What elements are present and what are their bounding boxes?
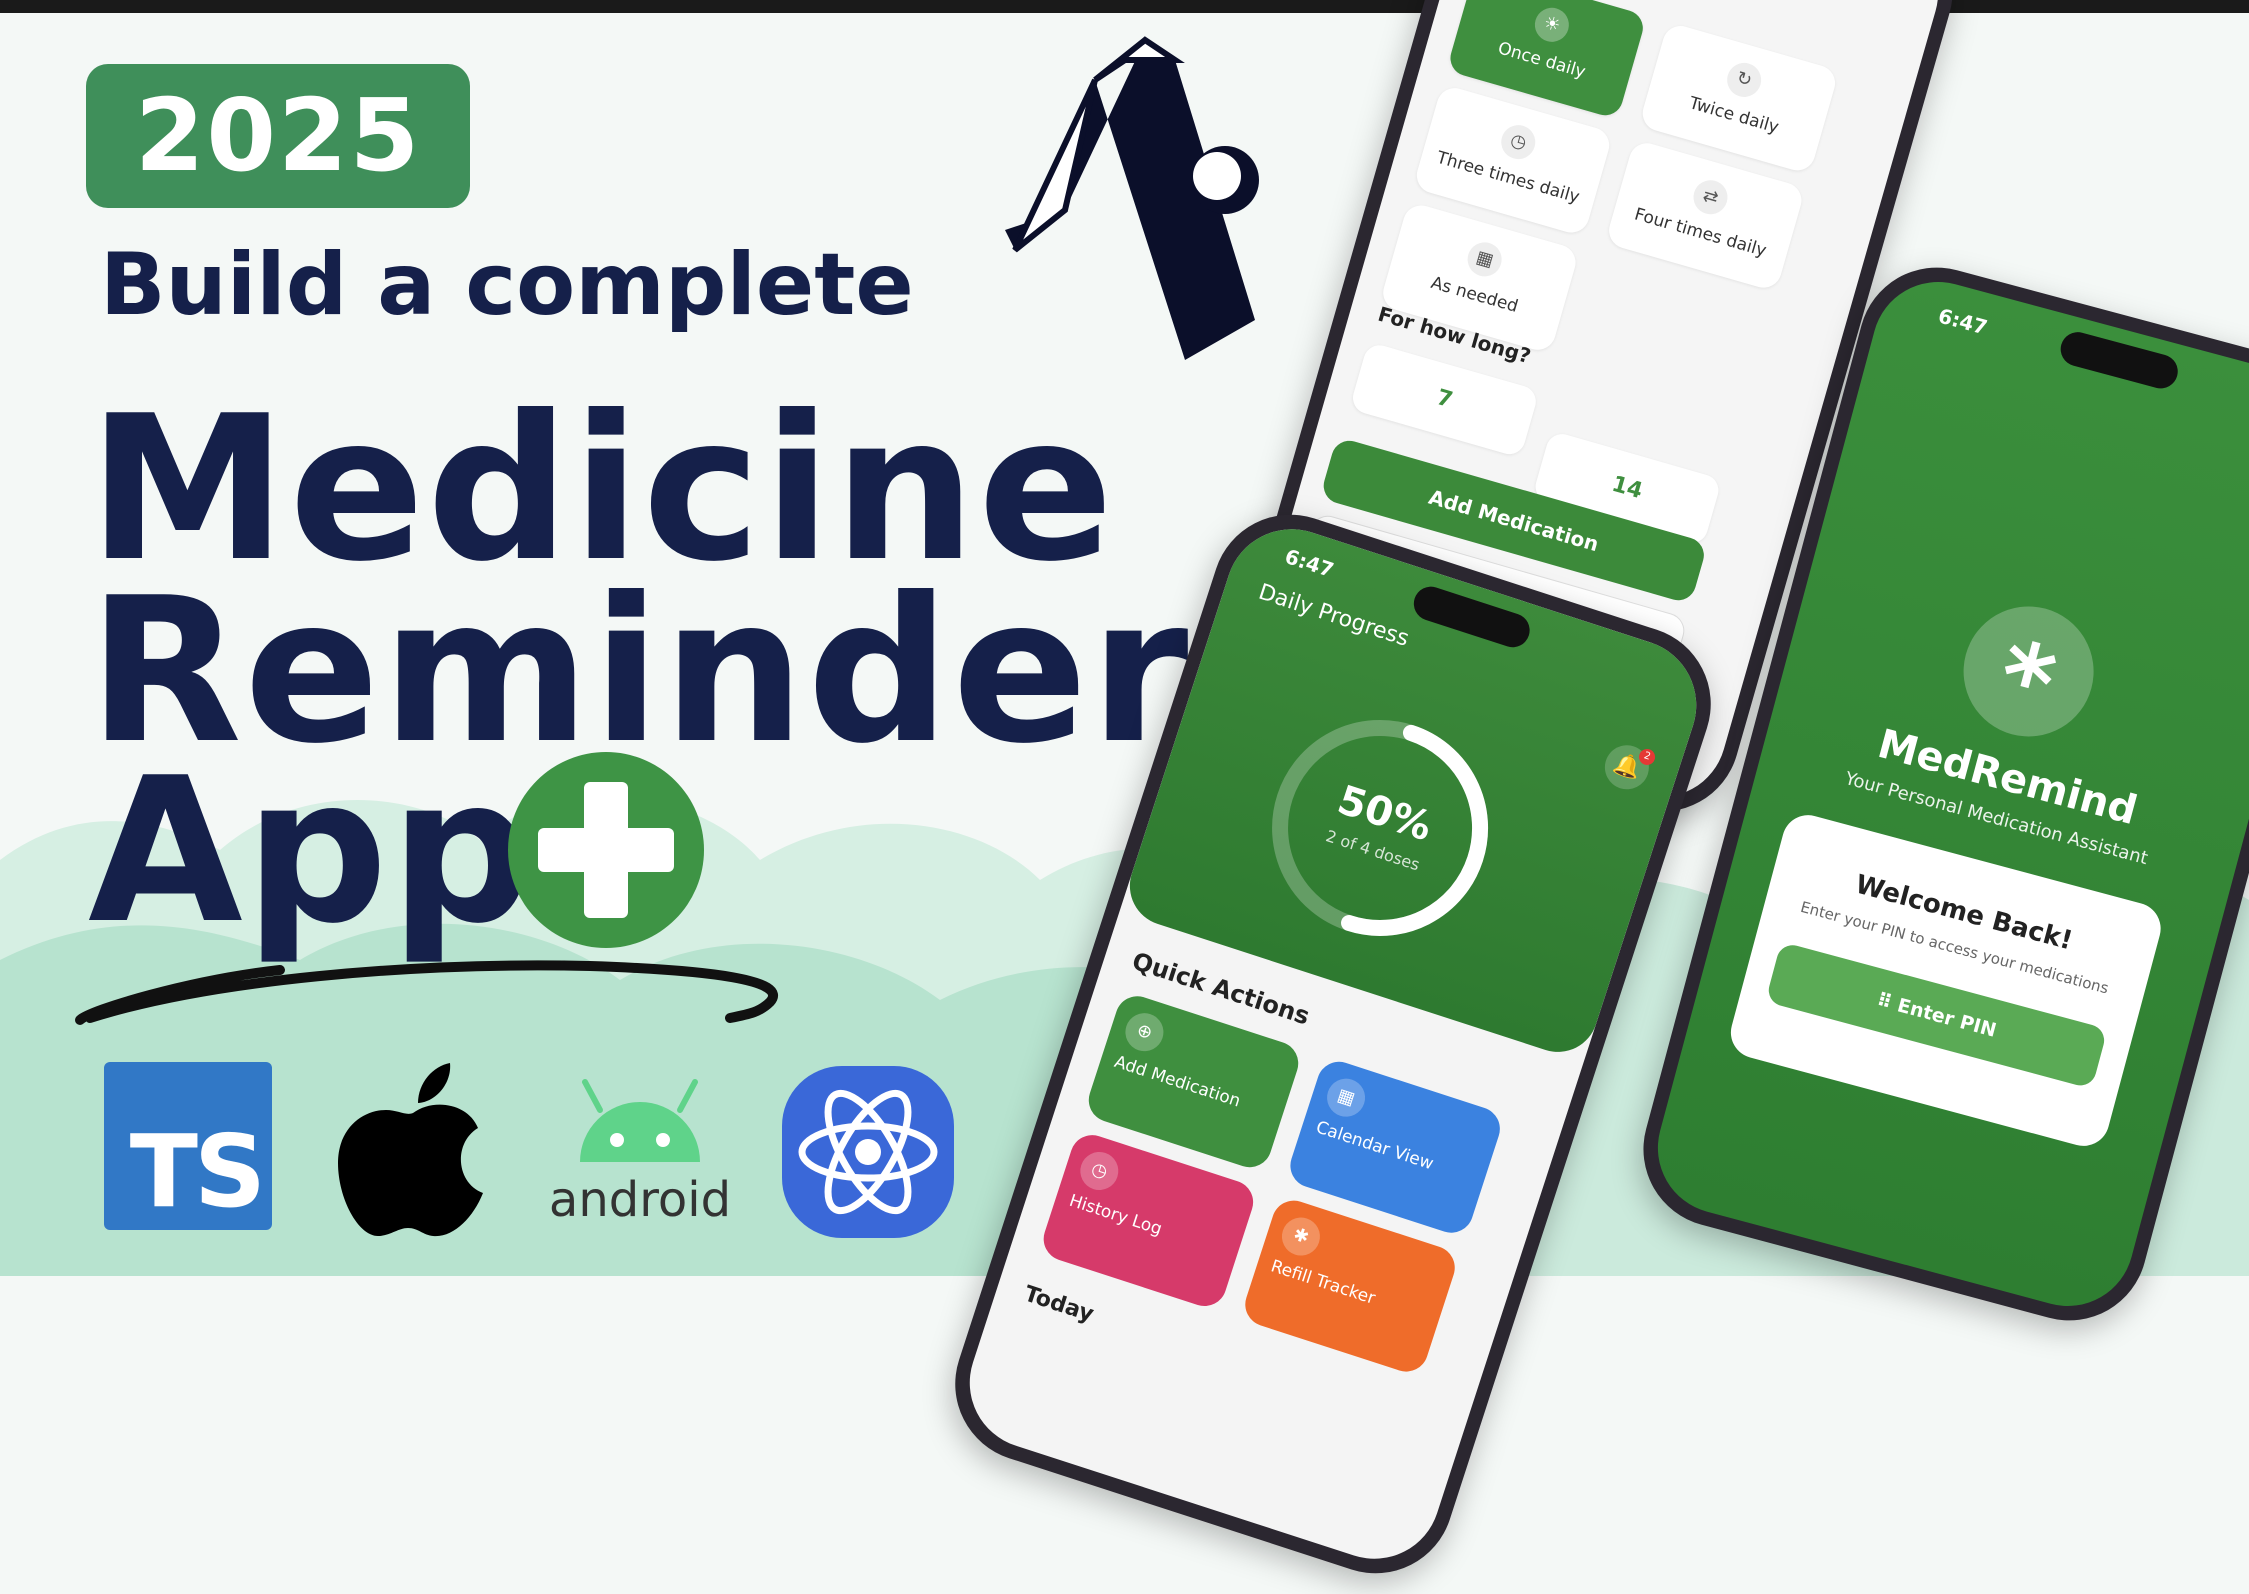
android-label: android (548, 1172, 732, 1228)
login-card: Welcome Back! Enter your PIN to access y… (1725, 809, 2167, 1152)
channel-logo-icon (1005, 36, 1259, 360)
progress-ring: 50% 2 of 4 doses (1231, 679, 1528, 976)
enter-pin-button[interactable]: ⠿ Enter PIN (1765, 941, 2108, 1090)
medical-icon: ✱ (1276, 1212, 1325, 1261)
sun-icon: ☀ (1530, 3, 1573, 46)
calendar-icon: ▦ (1322, 1073, 1370, 1122)
asterisk-logo-icon: * (1948, 591, 2109, 752)
title-line-app: App (88, 735, 536, 968)
android-robot-icon (580, 1079, 700, 1162)
android-logo: android (545, 1062, 735, 1232)
notification-bell-icon[interactable]: 🔔 2 (1599, 739, 1658, 795)
status-time: 6:47 (1281, 544, 1337, 583)
subtitle: Build a complete (100, 235, 914, 335)
year-badge: 2025 (86, 64, 470, 208)
add-circle-icon: ⊕ (1120, 1008, 1169, 1057)
refresh-icon: ↻ (1723, 58, 1766, 101)
typescript-logo: TS (104, 1062, 272, 1230)
dynamic-island (2056, 328, 2182, 393)
notification-badge: 2 (1636, 746, 1658, 768)
daily-progress-label: Daily Progress (1255, 579, 1412, 652)
history-icon: ◷ (1075, 1147, 1124, 1195)
dynamic-island (1409, 582, 1535, 652)
apple-logo-icon (338, 1063, 483, 1237)
status-time: 6:47 (1935, 303, 1990, 340)
calendar-icon: ▦ (1463, 238, 1506, 281)
medical-plus-icon (508, 752, 704, 948)
repeat-icon: ⇄ (1689, 176, 1732, 219)
clock-icon: ◷ (1497, 121, 1540, 164)
underline-swoosh (75, 960, 778, 1025)
react-logo-icon (782, 1066, 954, 1238)
today-section-title: Today (1020, 1281, 1097, 1328)
